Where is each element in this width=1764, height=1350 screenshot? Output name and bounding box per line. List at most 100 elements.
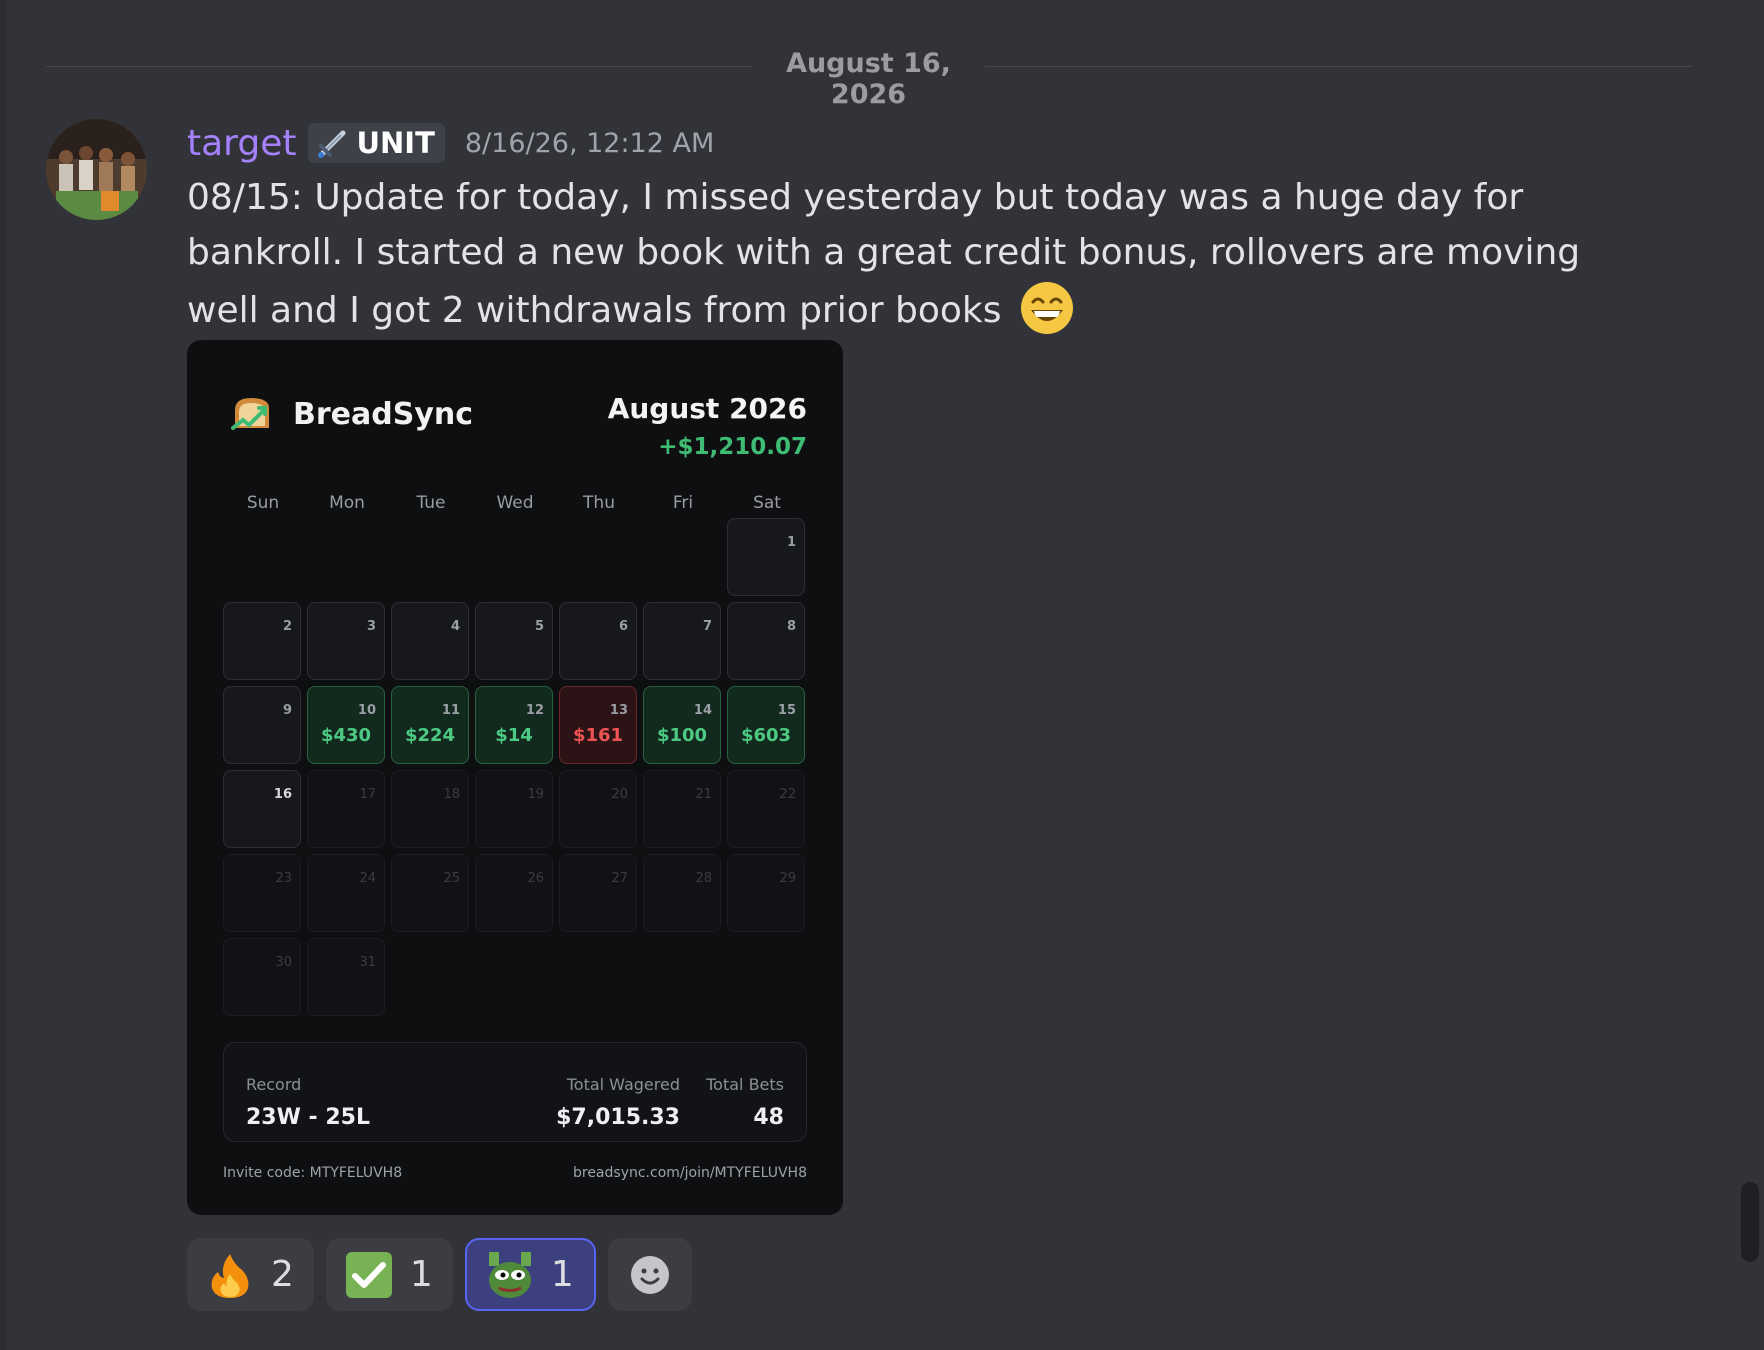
calendar-day-6: 6 xyxy=(559,602,637,680)
calendar-day-1: 1 xyxy=(727,518,805,596)
wagered-label: Total Wagered xyxy=(566,1075,680,1094)
record-value: 23W - 25L xyxy=(246,1105,370,1130)
day-amount: $161 xyxy=(572,725,624,746)
day-number: 7 xyxy=(702,619,712,634)
check-mark-icon xyxy=(345,1251,392,1298)
weekday-sun: Sun xyxy=(246,493,280,513)
day-number: 26 xyxy=(527,871,544,886)
day-number: 20 xyxy=(611,787,628,802)
calendar-day-28: 28 xyxy=(643,854,721,932)
date-divider: August 16, 2026 xyxy=(786,48,951,110)
calendar-day-14: 14 $100 xyxy=(643,686,721,764)
weekday-sat: Sat xyxy=(753,493,781,513)
day-number: 16 xyxy=(273,787,292,802)
message-text: 08/15: Update for today, I missed yester… xyxy=(187,177,1581,331)
reaction-pepe[interactable]: 1 xyxy=(464,1238,596,1311)
weekday-tue: Tue xyxy=(416,493,446,513)
day-amount: $603 xyxy=(740,725,792,746)
day-number: 15 xyxy=(777,703,796,718)
message-timestamp[interactable]: 8/16/26, 12:12 AM xyxy=(465,128,714,159)
calendar-day-24: 24 xyxy=(307,854,385,932)
role-name: UNIT xyxy=(356,126,435,160)
month-total: +$1,210.07 xyxy=(658,434,807,460)
calendar-day-20: 20 xyxy=(559,770,637,848)
day-number: 13 xyxy=(609,703,628,718)
calendar-day-27: 27 xyxy=(559,854,637,932)
divider-line-left xyxy=(46,66,752,67)
weekday-mon: Mon xyxy=(329,493,365,513)
day-amount: $100 xyxy=(656,725,708,746)
calendar-day-30: 30 xyxy=(223,938,301,1016)
day-number: 5 xyxy=(534,619,544,634)
calendar-day-7: 7 xyxy=(643,602,721,680)
reaction-check[interactable]: 1 xyxy=(325,1238,453,1311)
month-title: August 2026 xyxy=(607,392,807,425)
calendar-day-19: 19 xyxy=(475,770,553,848)
day-number: 11 xyxy=(441,703,460,718)
day-number: 8 xyxy=(786,619,796,634)
fire-icon xyxy=(211,1253,249,1298)
join-url: breadsync.com/join/MTYFELUVH8 xyxy=(572,1165,807,1181)
weekday-fri: Fri xyxy=(672,493,694,513)
day-number: 29 xyxy=(779,871,796,886)
day-number: 22 xyxy=(779,787,796,802)
calendar-day-15: 15 $603 xyxy=(727,686,805,764)
summary-panel: Record 23W - 25L Total Wagered $7,015.33… xyxy=(223,1042,807,1142)
bets-value: 48 xyxy=(753,1105,784,1130)
brand-name: BreadSync xyxy=(293,396,474,432)
calendar-day-9: 9 xyxy=(223,686,301,764)
day-number: 3 xyxy=(366,619,376,634)
calendar-day-3: 3 xyxy=(307,602,385,680)
day-number: 4 xyxy=(450,619,460,634)
day-number: 6 xyxy=(618,619,628,634)
day-number: 18 xyxy=(443,787,460,802)
username[interactable]: target xyxy=(187,123,296,164)
divider-line-right xyxy=(985,66,1693,67)
day-number: 9 xyxy=(282,703,292,718)
grinning-face-icon xyxy=(1020,282,1073,334)
calendar-day-18: 18 xyxy=(391,770,469,848)
bets-label: Total Bets xyxy=(706,1075,784,1094)
weekday-wed: Wed xyxy=(496,493,534,513)
role-tag[interactable]: UNIT xyxy=(308,123,445,163)
calendar-day-26: 26 xyxy=(475,854,553,932)
calendar-day-21: 21 xyxy=(643,770,721,848)
sword-icon xyxy=(318,130,346,158)
calendar-day-29: 29 xyxy=(727,854,805,932)
scrollbar-thumb[interactable] xyxy=(1741,1182,1759,1262)
day-number: 2 xyxy=(282,619,292,634)
day-number: 23 xyxy=(275,871,292,886)
calendar-day-8: 8 xyxy=(727,602,805,680)
day-amount: $430 xyxy=(320,725,372,746)
day-amount: $14 xyxy=(495,725,533,746)
day-number: 30 xyxy=(275,955,292,970)
day-number: 27 xyxy=(611,871,628,886)
calendar-day-5: 5 xyxy=(475,602,553,680)
brand: BreadSync xyxy=(229,392,473,436)
calendar-day-22: 22 xyxy=(727,770,805,848)
calendar-day-10: 10 $430 xyxy=(307,686,385,764)
reaction-fire[interactable]: 2 xyxy=(187,1238,314,1311)
calendar-day-11: 11 $224 xyxy=(391,686,469,764)
bread-logo-icon xyxy=(231,398,269,430)
invite-code: Invite code: MTYFELUVH8 xyxy=(223,1165,403,1181)
day-number: 17 xyxy=(359,787,376,802)
reaction-count: 1 xyxy=(550,1254,574,1295)
day-number: 28 xyxy=(695,871,712,886)
day-number: 12 xyxy=(525,703,544,718)
calendar-day-17: 17 xyxy=(307,770,385,848)
breadsync-calendar-image[interactable]: BreadSync August 2026 +$1,210.07 Sun Mon T… xyxy=(187,340,843,1215)
add-reaction-button[interactable] xyxy=(607,1238,692,1311)
reaction-count: 1 xyxy=(409,1254,433,1295)
pepe-icon xyxy=(488,1251,531,1298)
message-content: 08/15: Update for today, I missed yester… xyxy=(187,170,1607,338)
day-number: 14 xyxy=(693,703,712,718)
calendar-day-23: 23 xyxy=(223,854,301,932)
message-header: target UNIT 8/16/26, 12:12 AM xyxy=(187,118,714,168)
day-number: 19 xyxy=(527,787,544,802)
day-number: 24 xyxy=(359,871,376,886)
day-number: 21 xyxy=(695,787,712,802)
user-avatar[interactable] xyxy=(46,119,147,220)
day-number: 1 xyxy=(786,535,796,550)
calendar-day-13: 13 $161 xyxy=(559,686,637,764)
